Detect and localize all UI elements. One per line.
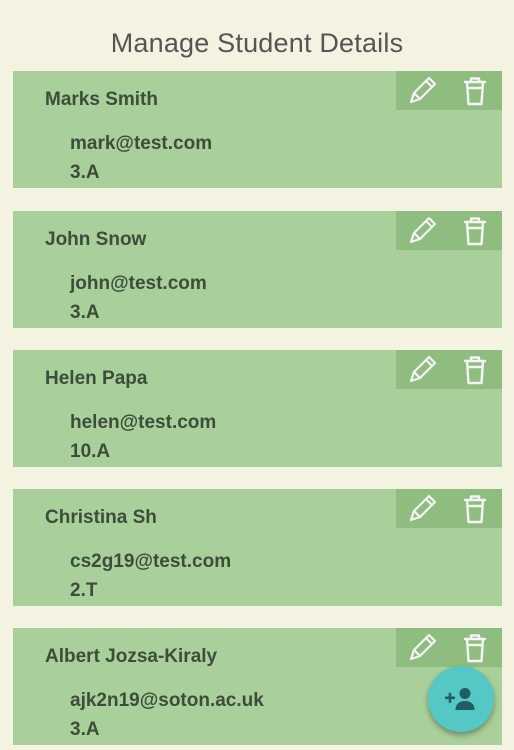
delete-button[interactable] (457, 214, 493, 248)
edit-button[interactable] (404, 214, 440, 248)
student-name: Christina Sh (45, 507, 157, 528)
trash-icon (463, 356, 487, 385)
edit-button[interactable] (404, 631, 440, 665)
pencil-icon (409, 633, 437, 661)
pencil-icon (409, 216, 437, 244)
card-actions (396, 350, 502, 389)
edit-button[interactable] (404, 353, 440, 387)
student-name: Helen Papa (45, 368, 148, 389)
student-email: helen@test.com (70, 412, 217, 433)
student-card: Marks Smith mark@test.com 3.A (13, 71, 502, 188)
delete-button[interactable] (457, 492, 493, 526)
student-name: Marks Smith (45, 89, 158, 110)
page-title: Manage Student Details (110, 28, 404, 58)
delete-button[interactable] (457, 631, 493, 665)
card-actions (396, 489, 502, 528)
pencil-icon (409, 76, 437, 104)
student-class: 3.A (70, 162, 100, 183)
student-class: 2.T (70, 580, 98, 601)
student-class: 3.A (70, 302, 100, 323)
pencil-icon (409, 355, 437, 383)
student-email: john@test.com (70, 273, 207, 294)
trash-icon (463, 77, 487, 106)
trash-icon (463, 217, 487, 246)
student-class: 3.A (70, 719, 100, 740)
card-actions (396, 211, 502, 250)
student-card: Helen Papa helen@test.com 10.A (13, 350, 502, 467)
student-card: John Snow john@test.com 3.A (13, 211, 502, 328)
card-actions (396, 628, 502, 667)
add-person-icon (445, 688, 475, 710)
delete-button[interactable] (457, 74, 493, 108)
delete-button[interactable] (457, 353, 493, 387)
edit-button[interactable] (404, 492, 440, 526)
pencil-icon (409, 494, 437, 522)
student-name: Albert Jozsa-Kiraly (45, 646, 218, 667)
student-email: cs2g19@test.com (70, 551, 232, 572)
student-email: ajk2n19@soton.ac.uk (70, 690, 264, 711)
card-actions (396, 71, 502, 110)
trash-icon (463, 634, 487, 663)
add-student-button[interactable] (428, 666, 494, 732)
student-card: Christina Sh cs2g19@test.com 2.T (13, 489, 502, 606)
edit-button[interactable] (404, 74, 440, 108)
student-card: Albert Jozsa-Kiraly ajk2n19@soton.ac.uk … (13, 628, 502, 745)
student-name: John Snow (45, 229, 147, 250)
student-class: 10.A (70, 441, 111, 462)
student-email: mark@test.com (70, 133, 213, 154)
trash-icon (463, 495, 487, 524)
